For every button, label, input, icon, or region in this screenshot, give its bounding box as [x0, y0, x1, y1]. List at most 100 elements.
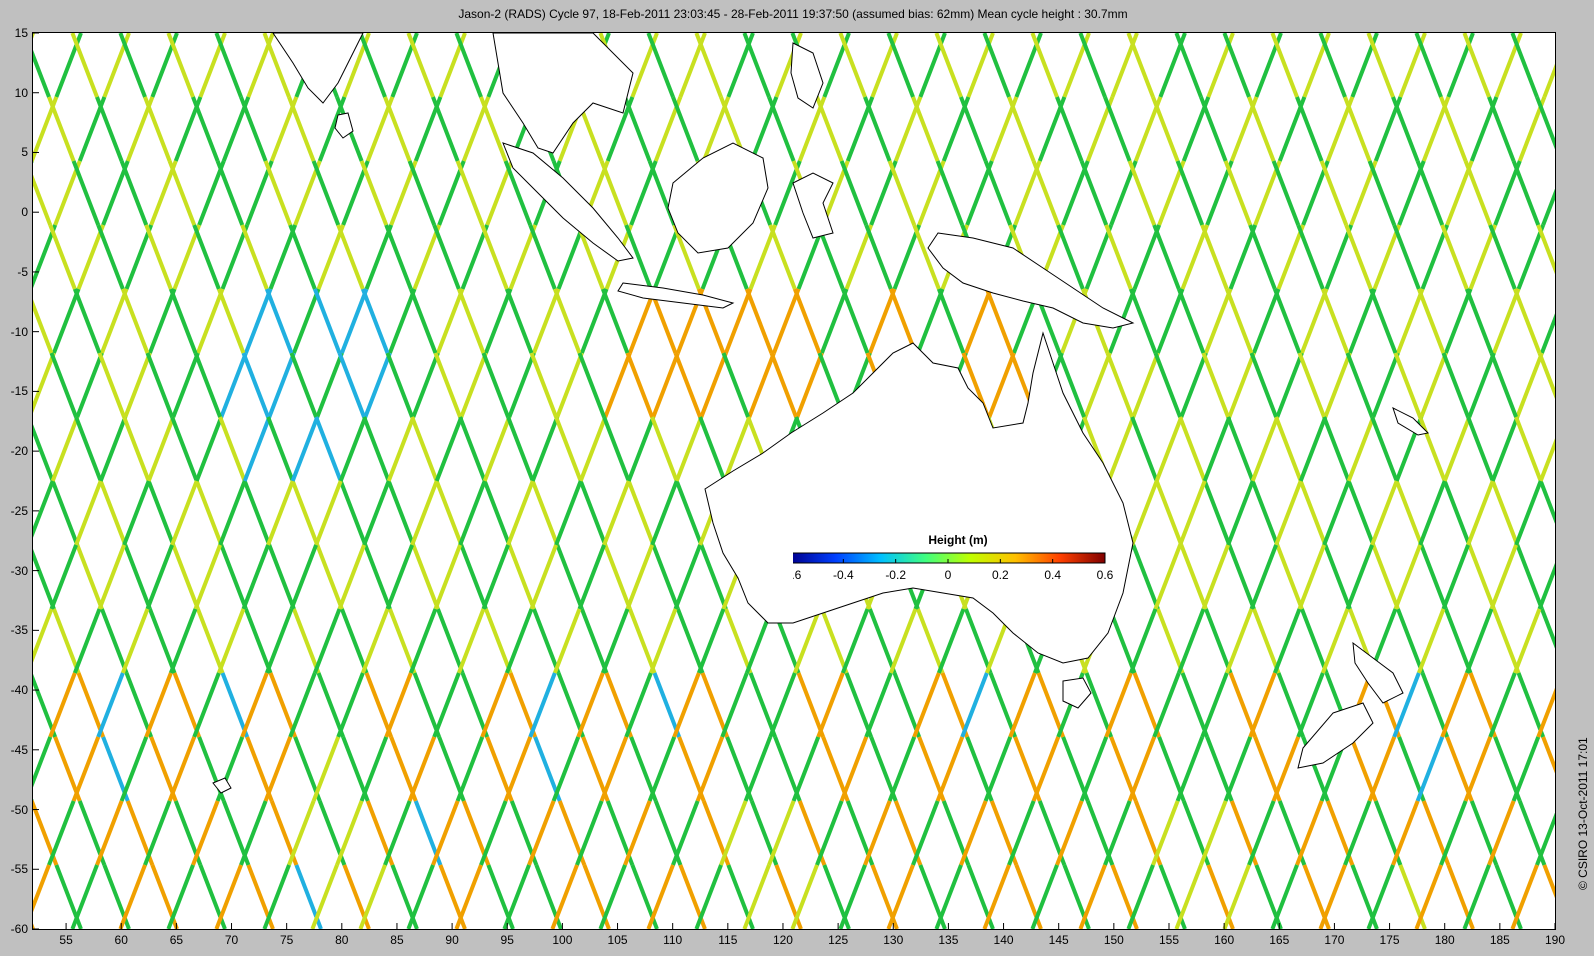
- track-segment: [838, 864, 867, 929]
- track-segment: [1248, 672, 1277, 738]
- track-segment: [1224, 608, 1254, 674]
- track-segment: [646, 864, 675, 929]
- track-segment: [1084, 224, 1114, 290]
- track-segment: [552, 288, 582, 354]
- track-segment: [118, 33, 147, 98]
- colorbar-tick-label: -0.2: [885, 568, 906, 582]
- track-segment: [1370, 416, 1399, 482]
- track-segment: [555, 544, 584, 610]
- track-segment: [239, 800, 268, 866]
- track-segment: [314, 480, 343, 546]
- track-segment: [769, 352, 798, 418]
- track-segment: [1174, 864, 1203, 929]
- track-segment: [1441, 352, 1470, 418]
- track-segment: [1323, 352, 1352, 418]
- track-segment: [982, 864, 1011, 929]
- track-segment: [314, 416, 343, 482]
- track-segment: [724, 288, 753, 354]
- track-segment: [1104, 224, 1133, 290]
- track-segment: [912, 672, 941, 738]
- track-segment: [625, 352, 654, 418]
- track-segment: [412, 672, 442, 738]
- track-segment: [936, 608, 966, 674]
- track-segment: [1271, 736, 1301, 802]
- track-segment: [268, 224, 298, 290]
- track-segment: [1540, 313, 1555, 354]
- colorbar-tick-label: 0.6: [1097, 568, 1114, 582]
- track-segment: [337, 352, 366, 418]
- track-segment: [625, 544, 654, 610]
- track-segment: [362, 480, 391, 546]
- track-segment: [672, 672, 701, 738]
- track-segment: [1271, 160, 1301, 226]
- java-landmass: [617, 282, 735, 309]
- track-segment: [335, 800, 364, 866]
- track-segment: [1222, 864, 1251, 929]
- track-segment: [864, 224, 893, 290]
- track-segment: [268, 672, 298, 738]
- track-segment: [194, 416, 224, 482]
- track-segment: [1275, 352, 1304, 418]
- track-segment: [72, 288, 102, 354]
- track-segment: [263, 160, 293, 226]
- track-segment: [481, 352, 510, 418]
- track-segment: [1084, 672, 1114, 738]
- track-segment: [868, 288, 897, 354]
- track-segment: [1031, 160, 1061, 226]
- track-segment: [1420, 672, 1450, 738]
- track-segment: [1442, 416, 1472, 482]
- x-tick-label: 65: [169, 933, 184, 947]
- track-segment: [1031, 736, 1061, 802]
- track-segment: [1274, 416, 1303, 482]
- track-segment: [146, 416, 176, 482]
- track-segment: [310, 864, 339, 929]
- track-segment: [122, 416, 151, 482]
- track-segment: [100, 288, 129, 354]
- track-segment: [1274, 480, 1303, 546]
- se-asia-landmass: [492, 33, 634, 154]
- track-segment: [674, 480, 704, 546]
- track-segment: [1180, 224, 1210, 290]
- colorbar-tick-label: 0: [945, 568, 952, 582]
- track-segment: [673, 352, 702, 418]
- track-segment: [47, 800, 76, 866]
- track-segment: [983, 160, 1013, 226]
- track-segment: [1322, 416, 1351, 482]
- track-segment: [1224, 288, 1254, 354]
- track-segment: [124, 672, 154, 738]
- track-segment: [1200, 672, 1229, 738]
- track-segment: [603, 544, 632, 610]
- track-segment: [502, 864, 531, 929]
- track-segment: [1152, 224, 1181, 290]
- track-segment: [172, 672, 202, 738]
- track-segment: [508, 672, 538, 738]
- track-segment: [532, 288, 561, 354]
- track-segment: [506, 416, 535, 482]
- track-segment: [868, 608, 897, 674]
- tasmania-landmass: [1062, 677, 1092, 709]
- y-tick-label: 10: [14, 85, 28, 100]
- track-segment: [143, 96, 172, 162]
- track-segment: [1105, 352, 1134, 418]
- track-segment: [530, 480, 560, 546]
- y-tick-label: -55: [10, 862, 28, 877]
- track-segment: [887, 160, 917, 226]
- track-segment: [1414, 33, 1443, 98]
- track-segment: [192, 224, 221, 290]
- track-segment: [1440, 672, 1469, 738]
- track-segment: [1540, 608, 1555, 649]
- track-segment: [768, 224, 797, 290]
- track-segment: [934, 33, 963, 98]
- track-segment: [671, 96, 700, 162]
- track-segment: [1416, 608, 1446, 674]
- track-segment: [791, 736, 821, 802]
- track-segment: [145, 544, 174, 610]
- x-tick-label: 125: [828, 933, 849, 947]
- y-tick-label: -15: [10, 384, 28, 399]
- y-tick-label: -35: [10, 623, 28, 638]
- track-segment: [1322, 480, 1351, 546]
- track-segment: [1516, 672, 1546, 738]
- track-segment: [936, 288, 966, 354]
- track-segment: [460, 224, 490, 290]
- track-segment: [1324, 224, 1354, 290]
